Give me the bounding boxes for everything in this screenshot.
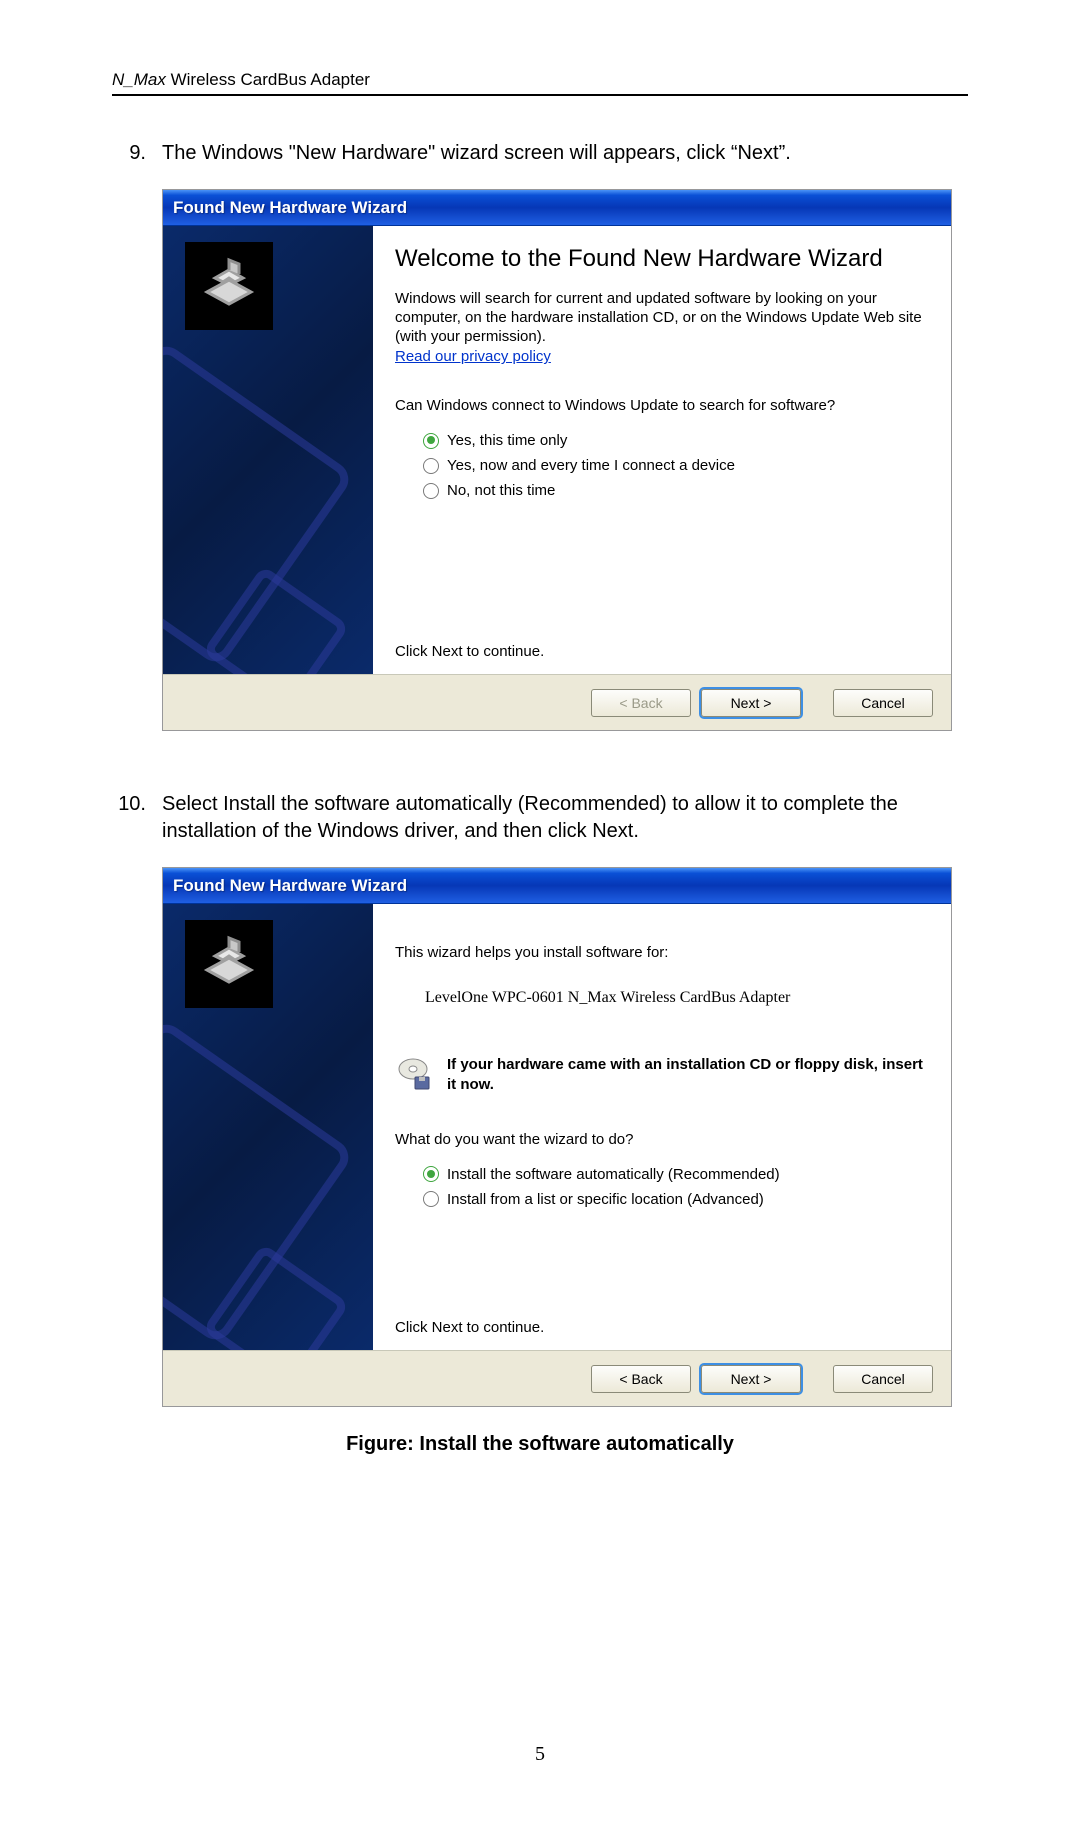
step-text: The Windows "New Hardware" wizard screen… [162,140,968,167]
radio-icon [423,483,439,499]
connect-question: Can Windows connect to Windows Update to… [395,397,927,416]
step-10: 10. Select Install the software automati… [112,791,968,845]
step-9: 9. The Windows "New Hardware" wizard scr… [112,140,968,167]
product-name: Wireless CardBus Adapter [166,70,370,89]
cd-icon [395,1055,435,1099]
wizard-question: What do you want the wizard to do? [395,1131,927,1150]
radio-icon [423,458,439,474]
privacy-policy-link[interactable]: Read our privacy policy [395,348,551,365]
wizard-body: Welcome to the Found New Hardware Wizard… [163,226,951,674]
continue-label: Click Next to continue. [395,643,544,660]
step-number: 9. [112,140,146,167]
step-number: 10. [112,791,146,845]
next-button[interactable]: Next > [701,689,801,717]
hardware-icon [185,920,273,1008]
titlebar: Found New Hardware Wizard [163,190,951,226]
helps-text: This wizard helps you install software f… [395,944,927,961]
radio-icon [423,1166,439,1182]
device-name: LevelOne WPC-0601 N_Max Wireless CardBus… [395,989,927,1007]
wizard-body: This wizard helps you install software f… [163,904,951,1350]
radio-label: Install the software automatically (Reco… [447,1166,780,1183]
radio-label: Yes, now and every time I connect a devi… [447,457,735,474]
radio-option-advanced[interactable]: Install from a list or specific location… [423,1191,927,1208]
doc-header: N_Max Wireless CardBus Adapter [112,70,968,96]
cd-note-row: If your hardware came with an installati… [395,1055,927,1099]
wizard-sidebar [163,904,373,1350]
cancel-button[interactable]: Cancel [833,1365,933,1393]
back-button: < Back [591,689,691,717]
radio-option-no[interactable]: No, not this time [423,482,927,499]
radio-label: Yes, this time only [447,432,567,449]
step-text: Select Install the software automaticall… [162,791,968,845]
cancel-button[interactable]: Cancel [833,689,933,717]
radio-option-yes-once[interactable]: Yes, this time only [423,432,927,449]
wizard-content: This wizard helps you install software f… [373,904,951,1350]
radio-option-yes-always[interactable]: Yes, now and every time I connect a devi… [423,457,927,474]
page-number: 5 [0,1743,1080,1766]
radio-icon [423,1191,439,1207]
button-row: < Back Next > Cancel [163,1350,951,1406]
wizard-sidebar [163,226,373,674]
continue-label: Click Next to continue. [395,1319,544,1336]
wizard-heading: Welcome to the Found New Hardware Wizard [395,244,927,274]
window-title: Found New Hardware Wizard [173,876,407,896]
brand-name: N_Max [112,70,166,89]
next-button[interactable]: Next > [701,1365,801,1393]
button-row: < Back Next > Cancel [163,674,951,730]
wizard-window-2: Found New Hardware Wizard This wizard he… [162,867,952,1407]
radio-label: No, not this time [447,482,555,499]
cd-note-text: If your hardware came with an installati… [447,1055,927,1094]
titlebar: Found New Hardware Wizard [163,868,951,904]
radio-icon [423,433,439,449]
wizard-window-1: Found New Hardware Wizard Welcome to the… [162,189,952,731]
hardware-icon [185,242,273,330]
figure-caption: Figure: Install the software automatical… [112,1433,968,1456]
back-button[interactable]: < Back [591,1365,691,1393]
radio-label: Install from a list or specific location… [447,1191,764,1208]
window-title: Found New Hardware Wizard [173,198,407,218]
wizard-content: Welcome to the Found New Hardware Wizard… [373,226,951,674]
radio-group: Install the software automatically (Reco… [395,1166,927,1208]
intro-text: Windows will search for current and upda… [395,290,927,346]
radio-option-auto[interactable]: Install the software automatically (Reco… [423,1166,927,1183]
radio-group: Yes, this time only Yes, now and every t… [395,432,927,499]
